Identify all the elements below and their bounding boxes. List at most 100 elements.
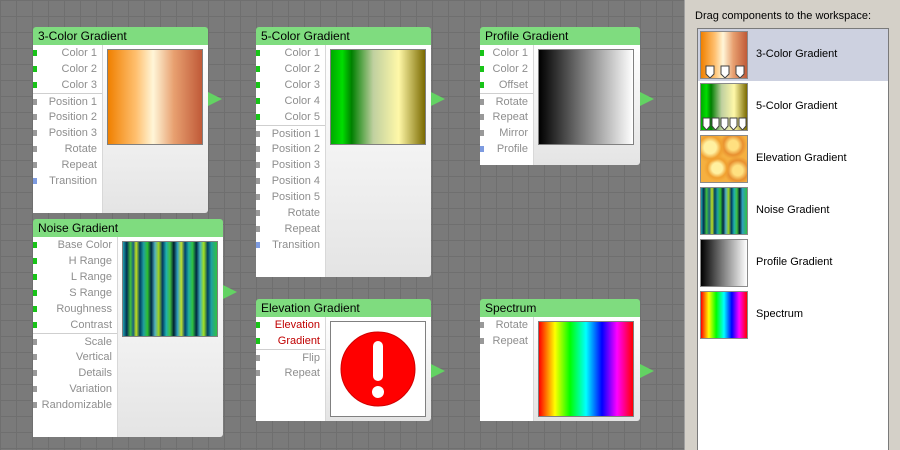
port-pin-icon[interactable] (256, 370, 260, 376)
input-port[interactable]: Rotate (256, 205, 325, 221)
palette-item-noise-gradient[interactable]: Noise Gradient (698, 185, 888, 237)
input-port[interactable]: Scale (33, 333, 117, 349)
input-port[interactable]: Vertical (33, 349, 117, 365)
node-elevation-gradient[interactable]: Elevation Gradient Elevation Gradient Flip… (256, 299, 445, 421)
port-pin-icon[interactable] (256, 178, 260, 184)
input-port[interactable]: Color 1 (256, 45, 325, 61)
input-port[interactable]: Position 3 (33, 125, 102, 141)
output-port-arrow[interactable] (208, 92, 222, 106)
input-port[interactable]: Color 4 (256, 93, 325, 109)
port-pin-icon[interactable] (33, 354, 37, 360)
output-port-arrow[interactable] (223, 285, 237, 299)
input-port[interactable]: Color 1 (480, 45, 533, 61)
input-port[interactable]: Color 3 (256, 77, 325, 93)
port-pin-icon[interactable] (480, 99, 484, 105)
port-pin-icon[interactable] (33, 66, 37, 72)
component-palette[interactable]: 3-Color Gradient 5-Color Gradient Elevat… (697, 28, 889, 450)
input-port[interactable]: S Range (33, 285, 117, 301)
node-noise-gradient[interactable]: Noise Gradient Base Color H Range L Range S… (33, 219, 237, 437)
input-port[interactable]: Color 5 (256, 109, 325, 125)
palette-item-profile-gradient[interactable]: Profile Gradient (698, 237, 888, 289)
palette-item-spectrum[interactable]: Spectrum (698, 289, 888, 341)
port-pin-icon[interactable] (256, 194, 260, 200)
output-port-arrow[interactable] (640, 364, 654, 378)
input-port[interactable]: Position 2 (256, 141, 325, 157)
port-pin-icon[interactable] (480, 322, 484, 328)
input-port[interactable]: Gradient (256, 333, 325, 349)
port-pin-icon[interactable] (33, 258, 37, 264)
port-pin-icon[interactable] (480, 50, 484, 56)
node-title[interactable]: Spectrum (480, 299, 640, 317)
port-pin-icon[interactable] (256, 338, 260, 344)
input-port[interactable]: Variation (33, 381, 117, 397)
port-pin-icon[interactable] (33, 242, 37, 248)
input-port[interactable]: Position 2 (33, 109, 102, 125)
input-port[interactable]: Color 2 (33, 61, 102, 77)
port-pin-icon[interactable] (256, 114, 260, 120)
port-pin-icon[interactable] (480, 130, 484, 136)
input-port[interactable]: Color 3 (33, 77, 102, 93)
input-port[interactable]: L Range (33, 269, 117, 285)
port-pin-icon[interactable] (480, 82, 484, 88)
input-port[interactable]: Position 5 (256, 189, 325, 205)
input-port[interactable]: Contrast (33, 317, 117, 333)
input-port[interactable]: Base Color (33, 237, 117, 253)
port-pin-icon[interactable] (33, 50, 37, 56)
input-port[interactable]: Rotate (480, 93, 533, 109)
output-port-arrow[interactable] (431, 92, 445, 106)
port-pin-icon[interactable] (33, 82, 37, 88)
input-port[interactable]: Profile (480, 141, 533, 157)
node-profile-gradient[interactable]: Profile Gradient Color 1 Color 2 Offset Rot… (480, 27, 654, 165)
input-port[interactable]: Repeat (256, 221, 325, 237)
port-pin-icon[interactable] (256, 210, 260, 216)
input-port[interactable]: Flip (256, 349, 325, 365)
input-port[interactable]: Rotate (480, 317, 533, 333)
input-port[interactable]: H Range (33, 253, 117, 269)
port-pin-icon[interactable] (256, 146, 260, 152)
node-title[interactable]: 3-Color Gradient (33, 27, 208, 45)
workspace[interactable]: 3-Color Gradient Color 1 Color 2 Color 3 Po… (0, 0, 684, 450)
port-pin-icon[interactable] (256, 82, 260, 88)
palette-item-3-color-gradient[interactable]: 3-Color Gradient (698, 29, 888, 81)
input-port[interactable]: Color 2 (480, 61, 533, 77)
palette-item-5-color-gradient[interactable]: 5-Color Gradient (698, 81, 888, 133)
port-pin-icon[interactable] (256, 162, 260, 168)
output-port-arrow[interactable] (431, 364, 445, 378)
input-port[interactable]: Elevation (256, 317, 325, 333)
port-pin-icon[interactable] (480, 114, 484, 120)
port-pin-icon[interactable] (256, 226, 260, 232)
input-port[interactable]: Offset (480, 77, 533, 93)
port-pin-icon[interactable] (33, 146, 37, 152)
node-5-color-gradient[interactable]: 5-Color Gradient Color 1 Color 2 Color 3 Co… (256, 27, 445, 277)
port-pin-icon[interactable] (256, 355, 260, 361)
port-pin-icon[interactable] (256, 131, 260, 137)
port-pin-icon[interactable] (256, 98, 260, 104)
node-3-color-gradient[interactable]: 3-Color Gradient Color 1 Color 2 Color 3 Po… (33, 27, 222, 213)
input-port[interactable]: Transition (33, 173, 102, 189)
port-pin-icon[interactable] (256, 50, 260, 56)
port-pin-icon[interactable] (33, 130, 37, 136)
port-pin-icon[interactable] (33, 402, 37, 408)
node-title[interactable]: Elevation Gradient (256, 299, 431, 317)
port-pin-icon[interactable] (33, 290, 37, 296)
input-port[interactable]: Position 3 (256, 157, 325, 173)
port-pin-icon[interactable] (33, 178, 37, 184)
node-spectrum[interactable]: Spectrum Rotate Repeat (480, 299, 654, 421)
input-port[interactable]: Position 1 (33, 93, 102, 109)
input-port[interactable]: Repeat (480, 333, 533, 349)
palette-item-elevation-gradient[interactable]: Elevation Gradient (698, 133, 888, 185)
input-port[interactable]: Color 1 (33, 45, 102, 61)
port-pin-icon[interactable] (33, 322, 37, 328)
port-pin-icon[interactable] (33, 99, 37, 105)
input-port[interactable]: Randomizable (33, 397, 117, 413)
input-port[interactable]: Roughness (33, 301, 117, 317)
input-port[interactable]: Color 2 (256, 61, 325, 77)
port-pin-icon[interactable] (480, 338, 484, 344)
input-port[interactable]: Repeat (256, 365, 325, 381)
port-pin-icon[interactable] (256, 242, 260, 248)
node-title[interactable]: Profile Gradient (480, 27, 640, 45)
node-title[interactable]: 5-Color Gradient (256, 27, 431, 45)
input-port[interactable]: Repeat (480, 109, 533, 125)
input-port[interactable]: Transition (256, 237, 325, 253)
port-pin-icon[interactable] (256, 66, 260, 72)
